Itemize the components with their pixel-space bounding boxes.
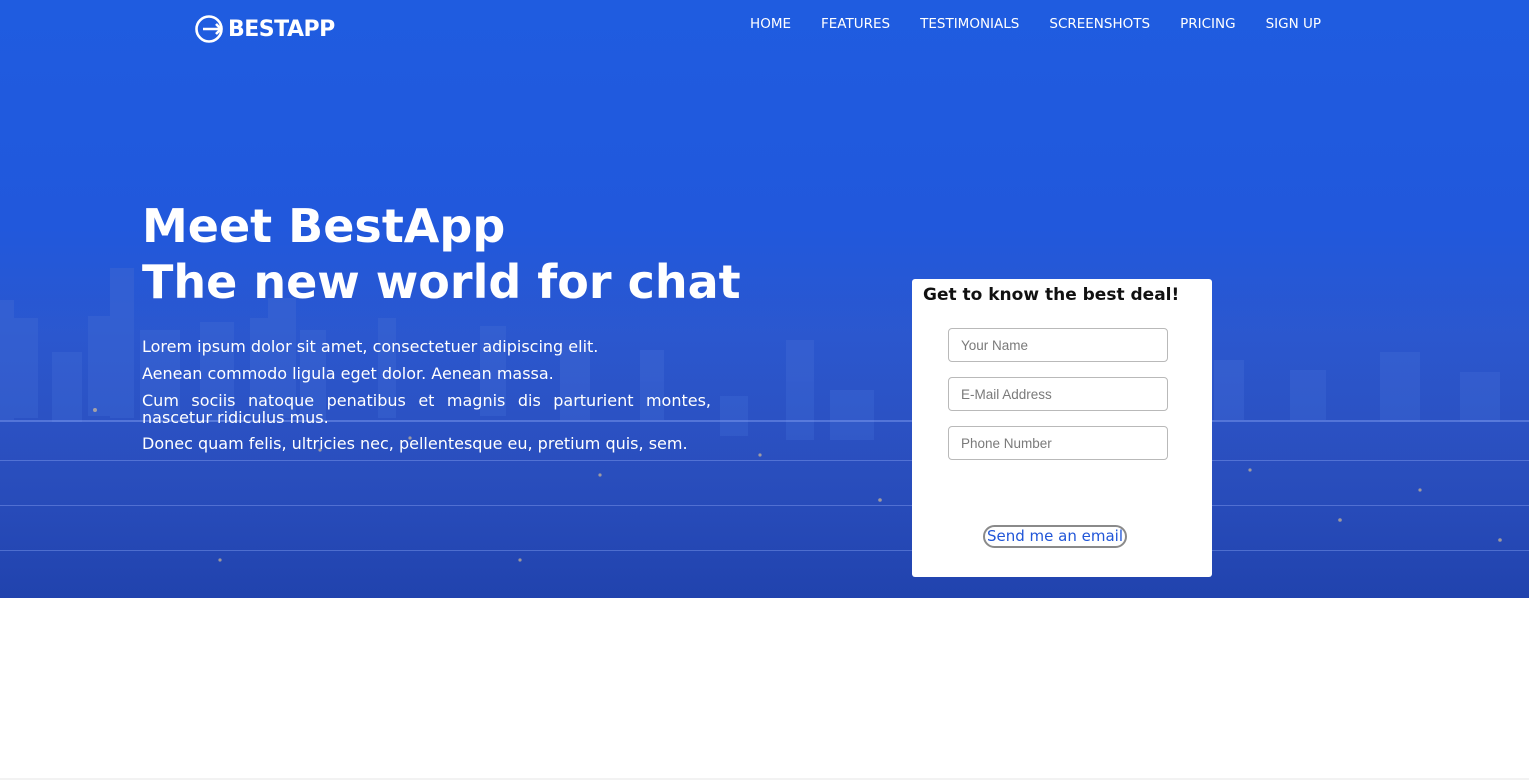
- nav-pricing[interactable]: PRICING: [1165, 15, 1250, 33]
- hero-paragraph: Donec quam felis, ultricies nec, pellent…: [142, 434, 688, 453]
- hero-paragraph: Aenean commodo ligula eget dolor. Aenean…: [142, 364, 554, 383]
- name-field[interactable]: [948, 328, 1168, 362]
- brand-name: BESTAPP: [228, 16, 335, 42]
- nav-home[interactable]: HOME: [735, 15, 806, 33]
- hero-headline: Meet BestApp The new world for chat: [142, 198, 741, 310]
- phone-field[interactable]: [948, 426, 1168, 460]
- hero-section: BESTAPP HOME FEATURES TESTIMONIALS SCREE…: [0, 0, 1529, 598]
- nav-screenshots[interactable]: SCREENSHOTS: [1034, 15, 1165, 33]
- send-email-button[interactable]: Send me an email: [983, 525, 1127, 548]
- brand-logo[interactable]: BESTAPP: [194, 13, 335, 45]
- hero-paragraph: Cum sociis natoque penatibus et magnis d…: [142, 391, 711, 427]
- hero-headline-line-1: Meet BestApp: [142, 199, 506, 253]
- hero-description: Lorem ipsum dolor sit amet, consectetuer…: [142, 338, 711, 462]
- hero-headline-line-2: The new world for chat: [142, 255, 741, 309]
- email-field[interactable]: [948, 377, 1168, 411]
- signup-card-title: Get to know the best deal!: [923, 285, 1180, 305]
- signup-card: Get to know the best deal! Send me an em…: [912, 279, 1212, 577]
- nav-sign-up[interactable]: SIGN UP: [1251, 15, 1321, 33]
- arrow-circle-icon: [195, 15, 223, 43]
- nav-features[interactable]: FEATURES: [806, 15, 905, 33]
- main-nav: HOME FEATURES TESTIMONIALS SCREENSHOTS P…: [735, 15, 1321, 33]
- nav-testimonials[interactable]: TESTIMONIALS: [905, 15, 1034, 33]
- hero-paragraph: Lorem ipsum dolor sit amet, consectetuer…: [142, 337, 599, 356]
